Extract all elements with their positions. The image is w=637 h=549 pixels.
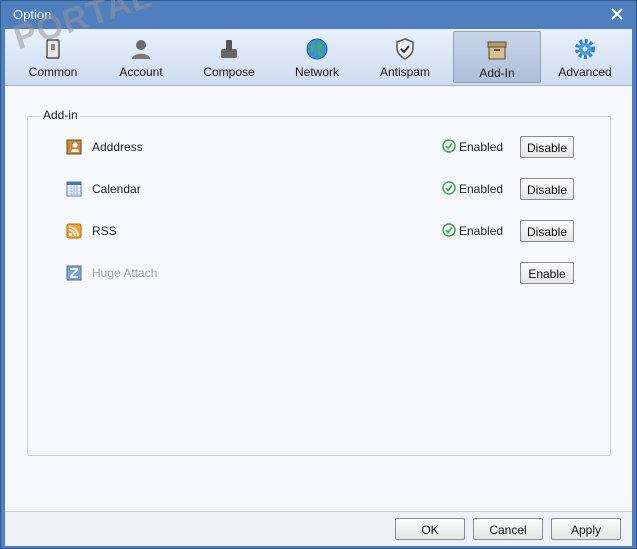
check-circle-icon (442, 139, 456, 153)
tab-label: Advanced (558, 65, 612, 79)
close-icon[interactable] (608, 5, 626, 23)
status-text: Enabled (459, 224, 504, 238)
status-text: Enabled (459, 140, 504, 154)
gear-icon (575, 39, 595, 59)
tab-label: Compose (203, 65, 255, 79)
disable-button[interactable]: Disable (520, 220, 574, 242)
enable-button[interactable]: Enable (520, 262, 574, 284)
content-area: Adddress Enabled Disable Calendar Enable… (5, 86, 632, 511)
tab-compose[interactable]: Compose (185, 31, 273, 83)
tab-label: Account (119, 65, 163, 79)
tab-label: Network (294, 65, 339, 79)
tab-common[interactable]: Common (9, 31, 97, 83)
apply-button[interactable]: Apply (551, 518, 621, 540)
add-in-row-calendar: Calendar Enabled Disable (28, 175, 608, 203)
add-in-row-adddress: Adddress Enabled Disable (28, 133, 608, 161)
calendar-icon (66, 181, 82, 197)
rss-icon (66, 223, 82, 239)
tab-antispam[interactable]: Antispam (361, 31, 449, 83)
tab-account[interactable]: Account (97, 31, 185, 83)
huge-attach-icon (66, 265, 82, 281)
box-icon (487, 41, 507, 60)
window-title: Option (13, 7, 52, 22)
options-toolbar: Common Account Compose Network Antispam … (5, 29, 632, 86)
add-in-row-huge-attach: Huge Attach Enable (28, 259, 608, 287)
network-globe-icon (306, 38, 328, 60)
disable-button[interactable]: Disable (520, 136, 574, 158)
check-circle-icon (442, 223, 456, 237)
ok-button[interactable]: OK (395, 518, 465, 540)
group-label: Add-in (41, 108, 80, 122)
add-in-name: RSS (92, 224, 117, 238)
option-window: Option Common Account Compose Network An… (0, 0, 637, 549)
compose-icon (221, 40, 237, 58)
check-circle-icon (442, 181, 456, 195)
tab-label: Antispam (379, 65, 431, 79)
tab-label: Add-In (479, 66, 515, 80)
address-book-icon (66, 139, 82, 155)
dialog-footer: OK Cancel Apply (5, 511, 632, 546)
title-bar: Option (1, 1, 636, 29)
add-in-name: Huge Attach (92, 266, 158, 280)
status-text: Enabled (459, 182, 504, 196)
add-in-name: Adddress (92, 140, 143, 154)
common-icon (46, 39, 60, 59)
disable-button[interactable]: Disable (520, 178, 574, 200)
add-in-group: Adddress Enabled Disable Calendar Enable… (27, 116, 611, 456)
account-icon (132, 40, 150, 59)
tab-advanced[interactable]: Advanced (541, 31, 629, 83)
shield-icon (396, 38, 414, 60)
tab-add-in[interactable]: Add-In (453, 31, 541, 83)
cancel-button[interactable]: Cancel (473, 518, 543, 540)
add-in-name: Calendar (92, 182, 141, 196)
add-in-row-rss: RSS Enabled Disable (28, 217, 608, 245)
tab-label: Common (28, 65, 78, 79)
tab-network[interactable]: Network (273, 31, 361, 83)
